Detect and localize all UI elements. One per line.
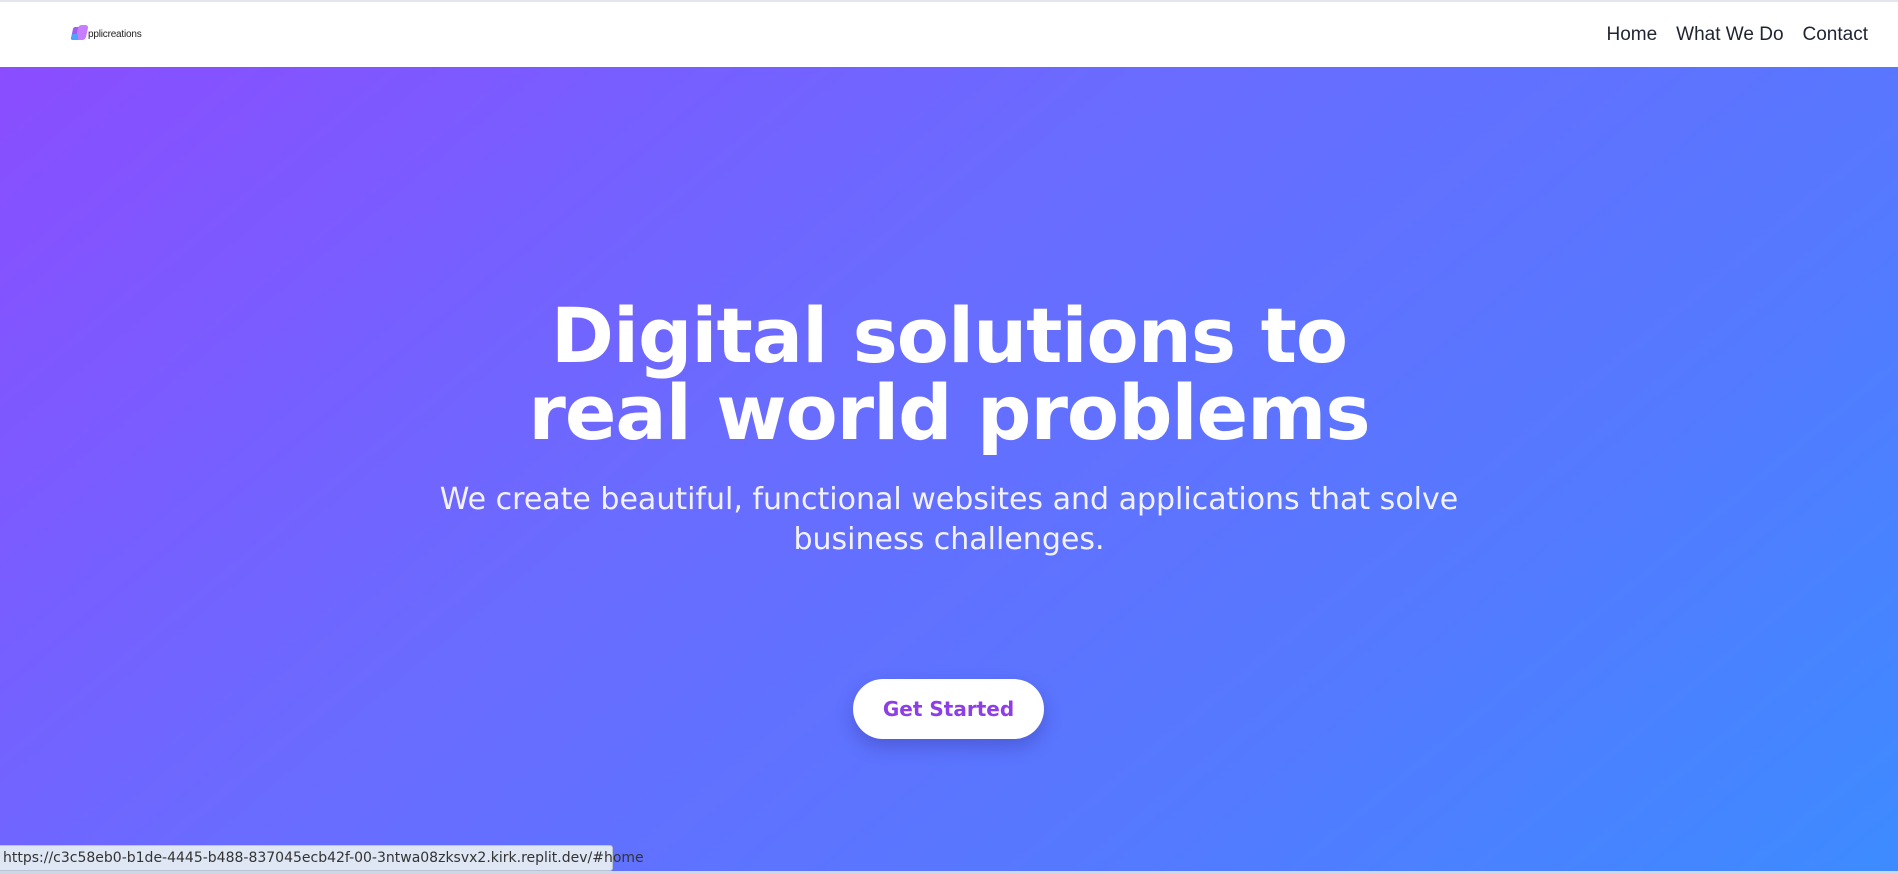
link-preview-status-bar: https://c3c58eb0-b1de-4445-b488-837045ec…	[0, 845, 644, 871]
navbar: pplicreations Home What We Do Contact	[0, 2, 1898, 67]
hero-subtitle: We create beautiful, functional websites…	[439, 482, 1459, 557]
nav-links: Home What We Do Contact	[1606, 24, 1868, 46]
logo-mark-icon	[70, 24, 89, 42]
hero-title-line-2: real world problems	[528, 368, 1370, 457]
hero-title-line-1: Digital solutions to	[550, 291, 1348, 380]
hero-title: Digital solutions to real world problems	[0, 297, 1898, 451]
logo[interactable]: pplicreations	[70, 23, 142, 47]
nav-link-contact[interactable]: Contact	[1803, 24, 1868, 46]
hero-section: Digital solutions to real world problems…	[0, 67, 1898, 874]
get-started-button[interactable]: Get Started	[853, 679, 1044, 739]
logo-text: pplicreations	[88, 29, 142, 40]
nav-link-what-we-do[interactable]: What We Do	[1676, 24, 1783, 46]
nav-link-home[interactable]: Home	[1606, 24, 1657, 46]
